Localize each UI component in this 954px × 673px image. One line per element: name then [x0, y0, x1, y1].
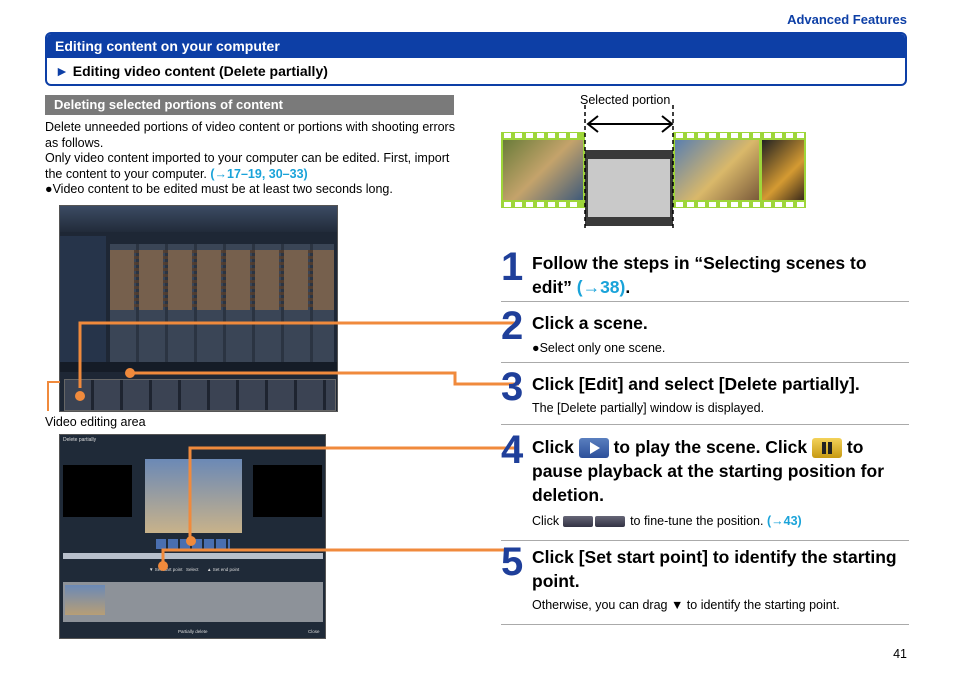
callout-line-step2	[78, 321, 519, 388]
film-hole	[786, 202, 793, 207]
film-frame-right-2	[762, 140, 804, 200]
film-hole	[548, 202, 555, 207]
filmstrip-left	[501, 132, 585, 208]
step-5-title: Click [Set start point] to identify the …	[532, 547, 897, 591]
divider	[501, 624, 909, 625]
step-4: 4 Click to play the scene. Click to paus…	[501, 430, 909, 538]
film-hole	[731, 202, 738, 207]
divider	[501, 362, 909, 363]
callout-line-step3	[130, 371, 519, 386]
divider	[501, 424, 909, 425]
film-hole	[526, 133, 533, 138]
film-hole	[797, 202, 804, 207]
step-4-title-d: pause playback at the starting position …	[532, 461, 885, 505]
step-4-note-b: to fine-tune the position.	[630, 514, 764, 528]
film-hole	[775, 202, 782, 207]
film-hole	[786, 133, 793, 138]
film-hole	[548, 133, 555, 138]
film-hole	[515, 133, 522, 138]
step-4-note: Click to fine-tune the position. (→43)	[532, 514, 910, 528]
callout-line-step4	[188, 446, 519, 540]
callout-line-step5	[161, 548, 519, 566]
film-hole	[515, 202, 522, 207]
film-hole	[720, 202, 727, 207]
film-hole	[687, 202, 694, 207]
film-hole	[698, 202, 705, 207]
filmstrip-right	[673, 132, 806, 208]
step-3-title: Click [Edit] and select [Delete partiall…	[532, 374, 860, 394]
film-hole	[570, 133, 577, 138]
step-5-note: Otherwise, you can drag ▼ to identify th…	[532, 598, 840, 612]
step-4-title-a: Click	[532, 437, 574, 457]
film-hole	[537, 202, 544, 207]
film-hole	[709, 202, 716, 207]
bullet-icon: ●	[532, 341, 540, 355]
film-hole	[504, 202, 511, 207]
film-hole	[731, 133, 738, 138]
film-frame-right-1	[675, 140, 759, 200]
callout-dot-play	[186, 536, 196, 546]
step-1-number: 1	[501, 245, 524, 289]
step-5-number: 5	[501, 540, 524, 584]
film-hole	[742, 202, 749, 207]
callout-line-area	[47, 381, 60, 411]
step-1-link[interactable]: (→38)	[577, 277, 626, 297]
selection-dashes	[584, 105, 674, 230]
step-4-title-b: to play the scene. Click	[613, 437, 808, 457]
film-hole	[753, 202, 760, 207]
step-2-note-text: Select only one scene.	[539, 341, 666, 355]
step-4-number: 4	[501, 428, 524, 472]
step-4-title-c: to	[846, 437, 864, 457]
film-hole	[676, 133, 683, 138]
callout-dot-scene	[75, 391, 85, 401]
step-4-title: Click to play the scene. Click to pause …	[532, 435, 910, 507]
film-hole	[742, 133, 749, 138]
step-2-title: Click a scene.	[532, 313, 648, 333]
film-hole	[526, 202, 533, 207]
callout-dot-setstart	[158, 561, 168, 571]
film-hole	[764, 133, 771, 138]
play-icon	[578, 438, 609, 459]
callout-dot-edit	[125, 368, 135, 378]
film-hole	[687, 133, 694, 138]
divider	[501, 301, 909, 302]
film-hole	[764, 202, 771, 207]
film-hole	[698, 133, 705, 138]
step-5: 5 Click [Set start point] to identify th…	[501, 542, 909, 624]
step-3: 3 Click [Edit] and select [Delete partia…	[501, 367, 909, 423]
film-hole	[559, 133, 566, 138]
page-number: 41	[893, 647, 907, 661]
film-hole	[676, 202, 683, 207]
film-hole	[537, 133, 544, 138]
film-hole	[753, 133, 760, 138]
frame-back-icon	[562, 516, 593, 528]
film-hole	[570, 202, 577, 207]
step-1-title-end: .	[625, 277, 631, 297]
step-3-note: The [Delete partially] window is display…	[532, 401, 765, 415]
step-4-note-a: Click	[532, 514, 560, 528]
film-hole	[797, 133, 804, 138]
frame-forward-icon	[594, 516, 625, 528]
step-1: 1 Follow the steps in “Selecting scenes …	[501, 247, 909, 302]
pause-icon	[812, 438, 842, 459]
film-frame-left	[503, 140, 583, 200]
step-2: 2 Click a scene. ●Select only one scene.	[501, 306, 909, 362]
film-hole	[720, 133, 727, 138]
divider	[501, 540, 909, 541]
step-3-number: 3	[501, 365, 524, 409]
film-hole	[559, 202, 566, 207]
step-2-note: ●Select only one scene.	[532, 341, 910, 355]
step-2-number: 2	[501, 304, 524, 348]
film-hole	[775, 133, 782, 138]
film-hole	[709, 133, 716, 138]
step-4-link[interactable]: (→43)	[767, 514, 802, 528]
step-1-title: Follow the steps in “Selecting scenes to…	[532, 251, 910, 299]
film-hole	[504, 133, 511, 138]
